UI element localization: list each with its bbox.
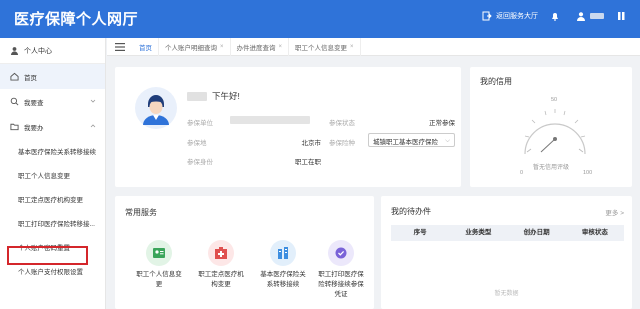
column-header: 业务类型: [465, 229, 492, 236]
chevron-up-icon: [90, 124, 96, 128]
tab-label: 个人账户明细查询: [165, 44, 217, 52]
insurance-type-selected: 城镇职工基本医疗保险: [373, 139, 438, 146]
chevron-down-icon: ⌵: [445, 137, 450, 144]
profile-card: 下午好! 参保单位 参保地 北京市 参保身份 职工在职 参保状态 正常参保 参保…: [115, 67, 461, 187]
services-card: 常用服务 职工个人信息变 更 职工定点医疗机 构变更 基本医疗保险关 系转移接续…: [115, 196, 374, 309]
site-title: 医疗保障个人网厅: [14, 11, 139, 28]
id-card-icon: [146, 240, 172, 266]
insurance-type-label: 参保险种: [329, 140, 355, 147]
close-icon[interactable]: ×: [220, 44, 224, 50]
column-header: 序号: [413, 229, 427, 236]
sidebar-subitem-transfer[interactable]: 基本医疗保险关系转移接续: [0, 139, 105, 163]
close-icon[interactable]: ×: [279, 44, 283, 50]
tab-bar: 首页 个人账户明细查询 × 办件进度查询 × 职工个人信息变更 ×: [107, 37, 640, 56]
back-to-hall-link[interactable]: 返回服务大厅: [482, 11, 538, 21]
notifications-button[interactable]: [550, 11, 564, 21]
sidebar-title: 个人中心: [24, 47, 52, 55]
close-icon[interactable]: ×: [350, 44, 354, 50]
insurance-type-select[interactable]: 城镇职工基本医疗保险 ⌵: [368, 133, 455, 147]
sidebar-item-label: 我要办: [24, 124, 44, 132]
column-header: 创办日期: [523, 229, 550, 236]
greeting-row: 下午好!: [187, 90, 240, 102]
sidebar-item-query[interactable]: 我要查: [0, 89, 105, 114]
todo-table-header: 序号 业务类型 创办日期 审核状态: [391, 225, 624, 241]
sidebar-item-home[interactable]: 首页: [0, 64, 105, 89]
service-label-line: 构变更: [211, 281, 231, 288]
menu-dots-icon: [618, 12, 625, 20]
greeting-text: 下午好!: [212, 91, 240, 101]
user-name-blurred: [187, 91, 207, 101]
services-title: 常用服务: [125, 208, 157, 217]
identity-text: 职工在职: [295, 159, 321, 166]
home-icon: [10, 72, 19, 81]
service-label-line: 职工个人信息变: [136, 271, 182, 278]
credit-title: 我的信用: [480, 77, 512, 86]
service-hospital-change[interactable]: 职工定点医疗机 构变更: [195, 240, 247, 290]
more-menu-button[interactable]: [616, 11, 630, 21]
service-label-line: 更: [155, 281, 163, 288]
status-label: 参保状态: [329, 120, 355, 127]
avatar: [135, 87, 177, 129]
user-icon: [10, 47, 19, 55]
tab-label: 职工个人信息变更: [295, 44, 348, 52]
service-label-line: 凭证: [334, 291, 348, 298]
service-label-line: 基本医疗保险关: [260, 271, 306, 278]
tab-progress-query[interactable]: 办件进度查询 ×: [231, 37, 290, 56]
column-header: 审核状态: [581, 229, 608, 236]
sidebar-subitem-print-transfer[interactable]: 职工打印医疗保险转移接...: [0, 211, 105, 235]
user-name-blurred: [590, 13, 604, 19]
todo-more-link[interactable]: 更多 >: [605, 207, 624, 217]
header-actions: 返回服务大厅: [470, 11, 630, 21]
sidebar-subitem-payment-permission[interactable]: 个人账户支付权限设置: [0, 259, 105, 283]
back-to-hall-label: 返回服务大厅: [496, 13, 538, 20]
unit-label: 参保单位: [187, 120, 213, 127]
folder-icon: [10, 123, 19, 131]
service-label-line: 职工定点医疗机: [198, 271, 244, 278]
bell-icon: [552, 13, 558, 21]
search-icon: [10, 97, 19, 106]
todo-title: 我的待办件: [391, 207, 431, 216]
region-text: 北京市: [301, 140, 322, 147]
tab-info-change[interactable]: 职工个人信息变更 ×: [289, 37, 361, 56]
sidebar-item-label: 首页: [24, 74, 37, 82]
hospital-icon: [208, 240, 234, 266]
service-print-transfer[interactable]: 职工打印医疗保 险转移接续参保 凭证: [315, 240, 367, 300]
credit-empty-text: 暂无信用评级: [532, 165, 569, 171]
building-icon: [270, 240, 296, 266]
top-header: 医疗保障个人网厅 返回服务大厅: [0, 0, 640, 38]
sidebar: 个人中心 首页 我要查 我要办 基本医疗保险关系转移接续 职工个人信息变更 职工…: [0, 38, 106, 309]
tab-home[interactable]: 首页: [133, 37, 159, 56]
tab-account-detail[interactable]: 个人账户明细查询 ×: [159, 37, 231, 56]
sidebar-header: 个人中心: [0, 38, 105, 64]
menu-toggle-icon[interactable]: [115, 42, 125, 51]
service-insurance-transfer[interactable]: 基本医疗保险关 系转移接续: [257, 240, 309, 290]
tab-label: 办件进度查询: [236, 44, 276, 52]
credit-card: 我的信用 0 50 100 暂无信用评级: [470, 67, 632, 187]
service-label-line: 险转移接续参保: [318, 281, 364, 288]
sidebar-item-handle[interactable]: 我要办: [0, 114, 105, 139]
sidebar-item-label: 我要查: [24, 99, 44, 107]
service-label-line: 系转移接续: [266, 281, 300, 288]
identity-label: 参保身份: [187, 159, 213, 166]
tab-label: 首页: [139, 44, 152, 52]
sidebar-subitem-hospital-change[interactable]: 职工定点医疗机构变更: [0, 187, 105, 211]
print-certificate-icon: [328, 240, 354, 266]
user-icon: [577, 12, 585, 21]
sidebar-subitem-info-change[interactable]: 职工个人信息变更: [0, 163, 105, 187]
exit-icon: [482, 11, 492, 21]
region-label: 参保地: [187, 140, 207, 147]
sidebar-subitem-password-reset[interactable]: 个人账户密码重置: [0, 235, 105, 259]
gauge-tick-50: 50: [551, 97, 557, 103]
service-label-line: 职工打印医疗保: [318, 271, 364, 278]
service-info-change[interactable]: 职工个人信息变 更: [133, 240, 185, 290]
status-text: 正常参保: [429, 120, 455, 127]
user-menu[interactable]: [576, 11, 604, 21]
chevron-down-icon: [90, 99, 96, 103]
todo-empty-text: 暂无数据: [494, 291, 519, 297]
todo-card: 我的待办件 更多 > 序号 业务类型 创办日期 审核状态 暂无数据: [381, 196, 632, 309]
